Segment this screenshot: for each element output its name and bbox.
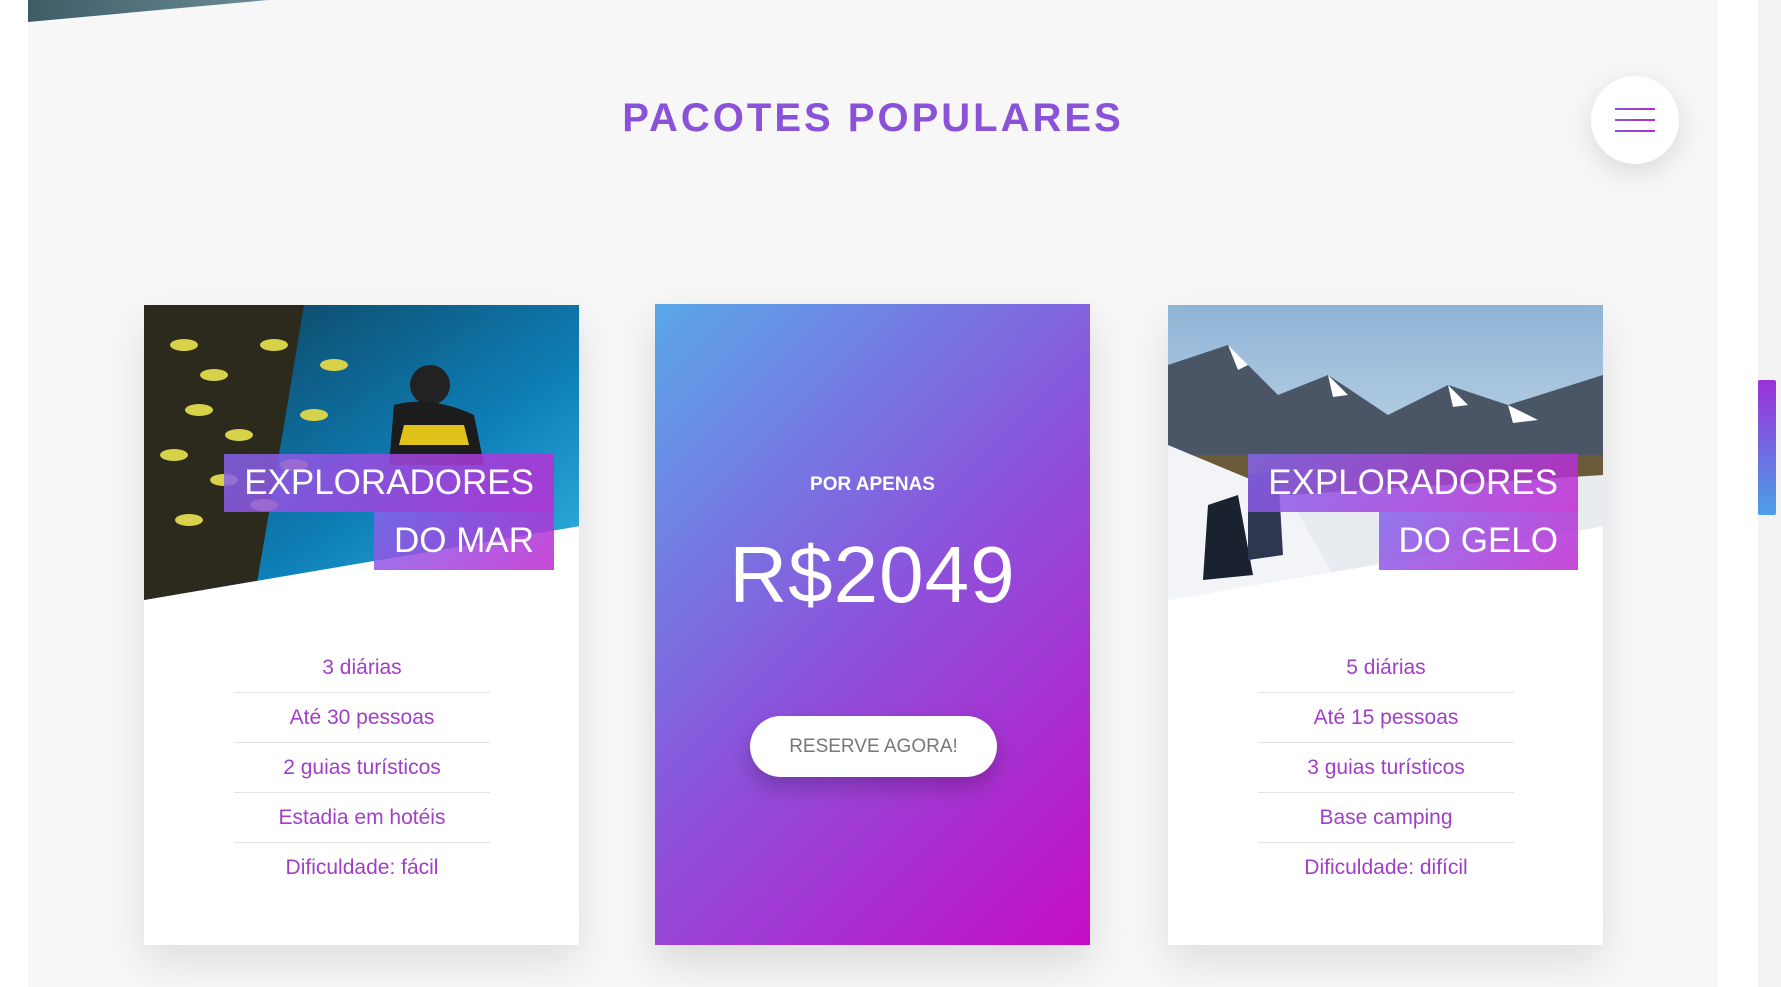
package-heading: EXPLORADORES DO GELO [1248, 454, 1578, 570]
price-label: POR APENAS [810, 474, 935, 495]
feature-item: Dificuldade: difícil [1304, 856, 1468, 879]
section-title: PACOTES POPULARES [622, 96, 1124, 140]
reserve-now-button[interactable]: RESERVE AGORA! [750, 716, 997, 777]
feature-item: Base camping [1258, 793, 1514, 843]
feature-item: Estadia em hotéis [234, 793, 490, 843]
package-heading-line-2: DO MAR [374, 512, 554, 570]
package-heading-line-2: DO GELO [1378, 512, 1578, 570]
feature-item: 3 diárias [234, 643, 490, 693]
menu-button[interactable] [1591, 76, 1679, 164]
package-heading-line-1: EXPLORADORES [224, 454, 554, 512]
package-features: 3 diárias Até 30 pessoas 2 guias turísti… [234, 643, 490, 893]
feature-item: Dificuldade: fácil [285, 856, 439, 879]
package-heading: EXPLORADORES DO MAR [224, 454, 554, 570]
price-card: POR APENAS R$2049 RESERVE AGORA! [655, 304, 1090, 945]
feature-item: 3 guias turísticos [1258, 743, 1514, 793]
hamburger-menu-icon [1615, 108, 1655, 132]
popular-packages-section: PACOTES POPULARES EXPLORADORES DO MAR 3 … [28, 0, 1718, 987]
feature-item: 2 guias turísticos [234, 743, 490, 793]
package-card-ice: EXPLORADORES DO GELO 5 diárias Até 15 pe… [1168, 305, 1603, 945]
package-features: 5 diárias Até 15 pessoas 3 guias turísti… [1258, 643, 1514, 893]
feature-item: 5 diárias [1258, 643, 1514, 693]
feature-item: Até 15 pessoas [1258, 693, 1514, 743]
scrollbar-thumb[interactable] [1758, 380, 1776, 515]
price-value: R$2049 [729, 530, 1016, 619]
feature-item: Até 30 pessoas [234, 693, 490, 743]
package-card-sea: EXPLORADORES DO MAR 3 diárias Até 30 pes… [144, 305, 579, 945]
previous-section-edge [28, 0, 268, 22]
package-heading-line-1: EXPLORADORES [1248, 454, 1578, 512]
